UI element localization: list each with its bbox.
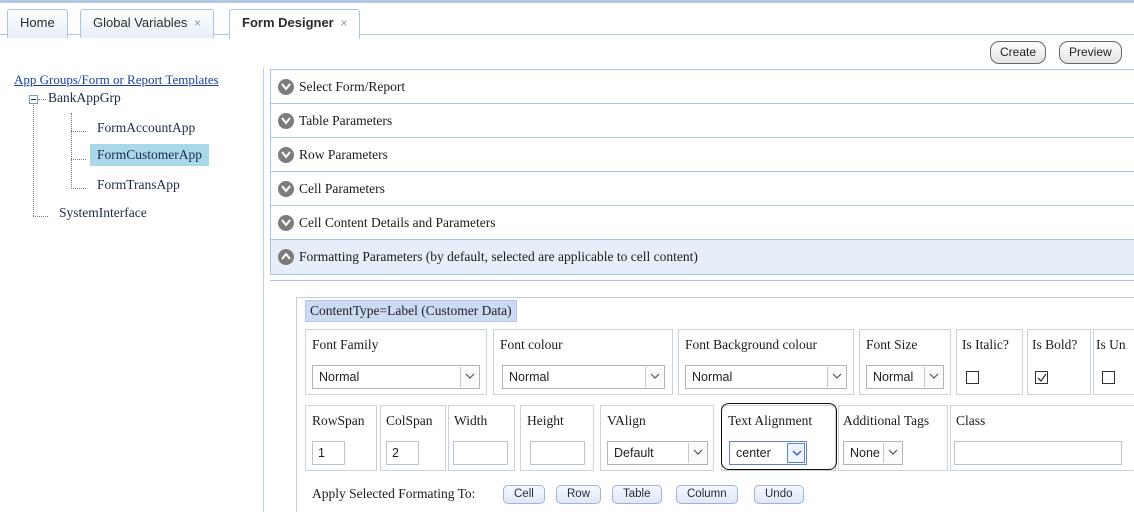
section-label: Table Parameters — [299, 113, 393, 128]
additional-tags-select[interactable]: None — [843, 441, 903, 465]
content-type-label: ContentType=Label (Customer Data) — [305, 300, 517, 322]
tree-node-formcustomerapp[interactable]: FormCustomerApp — [90, 144, 210, 166]
tab-home[interactable]: Home — [7, 9, 68, 38]
font-colour-select[interactable]: Normal — [502, 365, 665, 389]
rowspan-input[interactable]: 1 — [312, 441, 345, 465]
close-icon[interactable]: × — [340, 16, 347, 30]
section-label: Select Form/Report — [299, 79, 406, 94]
section-cell-content-details[interactable]: Cell Content Details and Parameters — [270, 205, 1134, 240]
font-size-select[interactable]: Normal — [866, 365, 944, 389]
is-bold-checkbox[interactable] — [1035, 371, 1048, 384]
colspan-input[interactable]: 2 — [386, 441, 419, 465]
preview-button[interactable]: Preview — [1059, 41, 1122, 64]
tree-line — [38, 99, 46, 100]
section-label: Formatting Parameters (by default, selec… — [299, 249, 698, 264]
chevron-down-icon — [278, 147, 294, 163]
height-input[interactable] — [530, 441, 585, 465]
tree-root-link[interactable]: App Groups/Form or Report Templates — [14, 72, 219, 88]
chevron-down-icon — [460, 367, 478, 387]
valign-label: VAlign — [607, 413, 646, 428]
chevron-down-icon — [278, 215, 294, 231]
chevron-down-icon — [645, 367, 663, 387]
tab-global-variables-label: Global Variables — [93, 15, 188, 30]
chevron-down-icon — [278, 79, 294, 95]
apply-column-button[interactable]: Column — [676, 485, 738, 504]
chevron-up-icon — [278, 249, 294, 265]
tree-line — [71, 131, 86, 132]
collapse-icon[interactable] — [29, 95, 38, 104]
font-bg-colour-label: Font Background colour — [685, 337, 817, 352]
additional-tags-label: Additional Tags — [843, 413, 930, 428]
tab-bar: Home Global Variables × Form Designer × — [0, 0, 1134, 39]
tree-node-systeminterface[interactable]: SystemInterface — [59, 205, 147, 221]
font-colour-label: Font colour — [500, 337, 563, 352]
font-size-label: Font Size — [866, 337, 918, 352]
class-label: Class — [956, 413, 986, 428]
class-input[interactable] — [954, 441, 1122, 465]
tree-line — [33, 103, 34, 216]
tree-line — [33, 216, 48, 217]
chevron-down-icon — [688, 443, 706, 463]
font-family-select[interactable]: Normal — [312, 365, 480, 389]
apply-cell-button[interactable]: Cell — [503, 485, 545, 504]
font-bg-colour-select[interactable]: Normal — [685, 365, 847, 389]
tab-form-designer[interactable]: Form Designer × — [229, 9, 361, 39]
section-label: Row Parameters — [299, 147, 388, 162]
tree-node-formtransapp[interactable]: FormTransApp — [97, 177, 180, 193]
is-underline-label: Is Un — [1096, 337, 1126, 352]
tree-node-formaccountapp[interactable]: FormAccountApp — [97, 120, 195, 136]
font-size-value: Normal — [873, 370, 914, 384]
font-family-value: Normal — [319, 370, 360, 384]
tree-node-bankappgrp[interactable]: BankAppGrp — [48, 90, 121, 106]
font-family-label: Font Family — [312, 337, 379, 352]
additional-tags-value: None — [850, 446, 880, 460]
apply-row-button[interactable]: Row — [556, 485, 602, 504]
valign-select[interactable]: Default — [607, 441, 708, 465]
chevron-down-icon — [827, 367, 845, 387]
section-row-parameters[interactable]: Row Parameters — [270, 137, 1134, 172]
apply-table-button[interactable]: Table — [612, 485, 662, 504]
valign-value: Default — [614, 446, 654, 460]
is-bold-label: Is Bold? — [1032, 337, 1078, 352]
chevron-down-icon — [924, 367, 942, 387]
tab-home-label: Home — [20, 15, 55, 30]
close-icon[interactable]: × — [194, 16, 201, 30]
chevron-down-icon — [278, 181, 294, 197]
section-label: Cell Content Details and Parameters — [299, 215, 496, 230]
tree-line — [71, 113, 72, 189]
section-cell-parameters[interactable]: Cell Parameters — [270, 171, 1134, 206]
tab-global-variables[interactable]: Global Variables × — [80, 9, 215, 38]
section-label: Cell Parameters — [299, 181, 385, 196]
width-label: Width — [454, 413, 488, 428]
create-button[interactable]: Create — [990, 41, 1047, 64]
tree-line — [71, 159, 86, 160]
tab-form-designer-label: Form Designer — [242, 15, 334, 30]
colspan-label: ColSpan — [386, 413, 433, 428]
section-divider — [270, 280, 1134, 281]
section-formatting-parameters[interactable]: Formatting Parameters (by default, selec… — [270, 239, 1134, 275]
width-input[interactable] — [453, 441, 508, 465]
tree-line — [71, 188, 86, 189]
is-underline-checkbox[interactable] — [1102, 371, 1115, 384]
section-table-parameters[interactable]: Table Parameters — [270, 103, 1134, 138]
undo-button[interactable]: Undo — [754, 485, 804, 504]
chevron-down-icon — [278, 113, 294, 129]
panel-divider — [263, 68, 264, 512]
font-colour-value: Normal — [509, 370, 550, 384]
rowspan-label: RowSpan — [312, 413, 365, 428]
is-italic-label: Is Italic? — [962, 337, 1009, 352]
is-italic-checkbox[interactable] — [966, 371, 979, 384]
checkmark-icon — [1037, 373, 1047, 383]
text-alignment-highlight — [721, 403, 837, 470]
section-select-form-report[interactable]: Select Form/Report — [270, 69, 1134, 104]
chevron-down-icon — [883, 443, 901, 463]
font-bg-colour-value: Normal — [692, 370, 733, 384]
height-label: Height — [527, 413, 564, 428]
apply-formatting-label: Apply Selected Formating To: — [312, 486, 476, 501]
